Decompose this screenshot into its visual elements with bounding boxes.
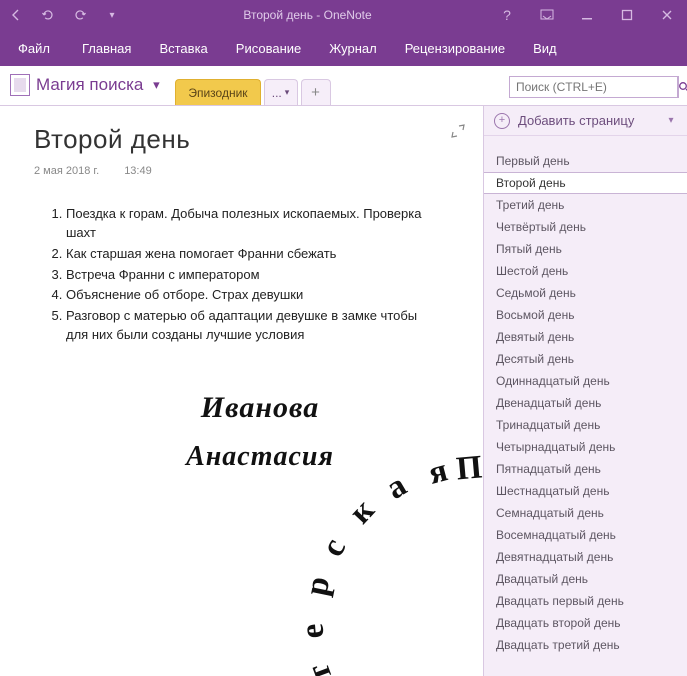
ribbon-tabs: Файл Главная Вставка Рисование Журнал Ре…	[0, 30, 687, 66]
minimize-icon[interactable]	[567, 0, 607, 30]
page-list-item[interactable]: Шестнадцатый день	[484, 480, 687, 502]
section-tab-active[interactable]: Эпизодник	[175, 79, 260, 105]
search-button[interactable]: ▾	[677, 77, 687, 97]
section-tab-row: Магия поиска ▾ Эпизодник ... ▾ + ▾	[0, 66, 687, 106]
menu-view[interactable]: Вид	[519, 30, 571, 66]
menu-draw[interactable]: Рисование	[222, 30, 315, 66]
page-date: 2 мая 2018 г.	[34, 165, 99, 177]
menu-journal[interactable]: Журнал	[315, 30, 390, 66]
note-item[interactable]: Как старшая жена помогает Франни сбежать	[66, 245, 434, 264]
content-area: Второй день 2 мая 2018 г. 13:49 Поездка …	[0, 106, 687, 676]
page-list-item[interactable]: Одиннадцатый день	[484, 370, 687, 392]
expand-icon[interactable]	[451, 124, 465, 141]
notebook-name: Магия поиска	[36, 75, 143, 95]
maximize-icon[interactable]	[607, 0, 647, 30]
page-canvas[interactable]: Второй день 2 мая 2018 г. 13:49 Поездка …	[0, 106, 483, 676]
title-bar: ▾ Второй день - OneNote ?	[0, 0, 687, 30]
page-list-item[interactable]: Двадцать первый день	[484, 590, 687, 612]
add-page-label: Добавить страницу	[518, 113, 634, 128]
chevron-down-icon: ▾	[285, 87, 290, 98]
page-list-item[interactable]: Двадцать второй день	[484, 612, 687, 634]
redo-icon[interactable]	[64, 0, 96, 30]
page-list-item[interactable]: Шестой день	[484, 260, 687, 282]
page-list-item[interactable]: Пятнадцатый день	[484, 458, 687, 480]
page-time: 13:49	[124, 165, 152, 177]
page-list-item[interactable]: Четвёртый день	[484, 216, 687, 238]
add-page-button[interactable]: + Добавить страницу ▾	[484, 106, 687, 136]
section-tab-overflow[interactable]: ... ▾	[264, 79, 298, 105]
menu-file[interactable]: Файл	[4, 30, 68, 66]
search-box: ▾	[509, 76, 679, 98]
page-title[interactable]: Второй день	[34, 124, 467, 155]
page-list[interactable]: Первый деньВторой деньТретий деньЧетвёрт…	[484, 136, 687, 676]
watermark-line1: Иванова	[201, 391, 319, 425]
search-icon	[678, 81, 687, 93]
page-list-item[interactable]: Десятый день	[484, 348, 687, 370]
note-item[interactable]: Встреча Франни с императором	[66, 266, 434, 285]
menu-review[interactable]: Рецензирование	[391, 30, 519, 66]
page-list-item[interactable]: Тринадцатый день	[484, 414, 687, 436]
watermark-line2: Анастасия	[186, 441, 334, 473]
page-list-item[interactable]: Седьмой день	[484, 282, 687, 304]
page-list-item[interactable]: Девятнадцатый день	[484, 546, 687, 568]
chevron-down-icon: ▾	[149, 78, 163, 92]
help-icon[interactable]: ?	[487, 0, 527, 30]
note-item[interactable]: Поездка к горам. Добыча полезных ископае…	[66, 205, 434, 243]
window-title: Второй день - OneNote	[128, 8, 487, 22]
plus-circle-icon: +	[494, 113, 510, 129]
page-list-item[interactable]: Девятый день	[484, 326, 687, 348]
page-meta: 2 мая 2018 г. 13:49	[34, 165, 467, 177]
notebook-selector[interactable]: Магия поиска ▾	[10, 70, 163, 100]
menu-insert[interactable]: Вставка	[145, 30, 221, 66]
page-list-item[interactable]: Двадцатый день	[484, 568, 687, 590]
page-list-item[interactable]: Двенадцатый день	[484, 392, 687, 414]
search-input[interactable]	[510, 77, 677, 97]
chevron-down-icon: ▾	[663, 115, 679, 126]
page-list-item[interactable]: Третий день	[484, 194, 687, 216]
page-list-item[interactable]: Семнадцатый день	[484, 502, 687, 524]
page-list-item[interactable]: Пятый день	[484, 238, 687, 260]
note-item[interactable]: Объяснение об отборе. Страх девушки	[66, 286, 434, 305]
page-list-panel: + Добавить страницу ▾ Первый деньВторой …	[483, 106, 687, 676]
menu-home[interactable]: Главная	[68, 30, 145, 66]
close-icon[interactable]	[647, 0, 687, 30]
qat-customize-icon[interactable]: ▾	[96, 0, 128, 30]
page-list-item[interactable]: Восьмой день	[484, 304, 687, 326]
page-list-item[interactable]: Четырнадцатый день	[484, 436, 687, 458]
notebook-icon	[10, 74, 30, 96]
page-list-item[interactable]: Восемнадцатый день	[484, 524, 687, 546]
ribbon-display-icon[interactable]	[527, 0, 567, 30]
page-list-item[interactable]: Первый день	[484, 150, 687, 172]
note-item[interactable]: Разговор с матерью об адаптации девушке …	[66, 307, 434, 345]
page-list-item[interactable]: Второй день	[484, 172, 687, 194]
undo-icon[interactable]	[32, 0, 64, 30]
note-list[interactable]: Поездка к горам. Добыча полезных ископае…	[34, 205, 434, 345]
back-arrow-icon[interactable]	[0, 0, 32, 30]
plus-icon: +	[311, 85, 320, 100]
page-list-item[interactable]: Двадцать третий день	[484, 634, 687, 656]
section-tab-add[interactable]: +	[301, 79, 331, 105]
